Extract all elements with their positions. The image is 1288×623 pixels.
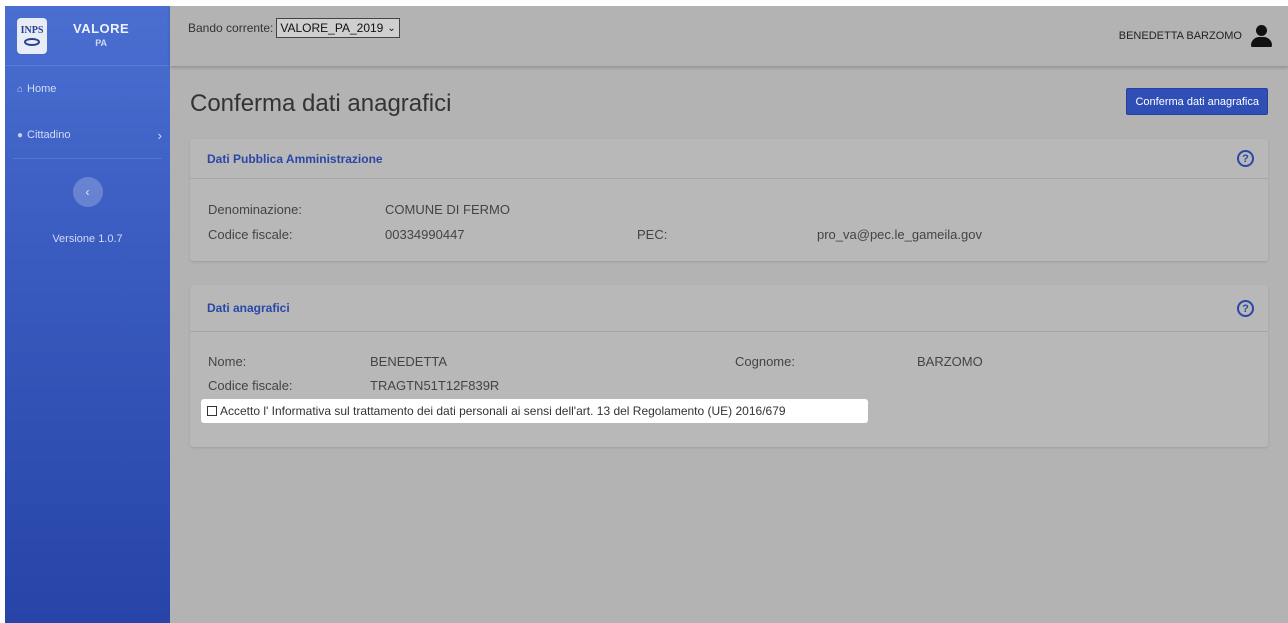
pa-codice-value: 00334990447 [385, 227, 465, 242]
pa-card: Dati Pubblica Amministrazione ? Denomina… [190, 139, 1268, 261]
chevron-right-icon: › [157, 127, 162, 143]
app-window: INPS VALORE PA ⌂ Home ● Cittadino › ‹ Ve… [5, 6, 1288, 623]
sidebar-divider [13, 158, 162, 159]
logo-text: INPS [20, 25, 44, 36]
nome-value: BENEDETTA [370, 354, 448, 369]
bando-selector: Bando corrente: VALORE_PA_2019 ⌄ [188, 18, 400, 38]
privacy-text: Accetto l' Informativa sul trattamento d… [220, 404, 786, 418]
bando-select[interactable]: VALORE_PA_2019 ⌄ [276, 18, 400, 38]
pa-codice-label: Codice fiscale: [208, 227, 293, 242]
user-name: BENEDETTA BARZOMO [1118, 30, 1242, 42]
denominazione-value: COMUNE DI FERMO [385, 202, 510, 217]
privacy-checkbox[interactable] [207, 406, 217, 416]
sidebar-collapse-button[interactable]: ‹ [72, 177, 103, 207]
brand-title: VALORE [73, 20, 130, 36]
brand[interactable]: INPS VALORE PA [5, 6, 170, 66]
privacy-consent[interactable]: Accetto l' Informativa sul trattamento d… [201, 399, 868, 423]
nome-label: Nome: [208, 354, 247, 369]
anagrafica-card-header: Dati anagrafici ? [190, 285, 1268, 332]
brand-subtitle: PA [95, 37, 108, 48]
pec-label: PEC: [637, 227, 668, 242]
anag-codice-label: Codice fiscale: [208, 378, 293, 393]
sidebar-item-label: Home [27, 83, 57, 95]
inps-logo: INPS [17, 17, 47, 54]
pa-card-title: Dati Pubblica Amministrazione [207, 151, 383, 166]
home-icon: ⌂ [17, 83, 24, 95]
pec-value: pro_va@pec.le_gameila.gov [817, 227, 982, 242]
cognome-label: Cognome: [735, 354, 795, 369]
sidebar-item-label: Cittadino [27, 129, 71, 141]
sidebar: INPS VALORE PA ⌂ Home ● Cittadino › ‹ Ve… [5, 6, 170, 623]
sidebar-item-cittadino[interactable]: ● Cittadino › [5, 112, 170, 158]
bando-label: Bando corrente: [188, 21, 274, 35]
version-label: Versione 1.0.7 [52, 233, 123, 245]
denominazione-label: Denominazione: [208, 202, 302, 217]
confirm-data-button[interactable]: Conferma dati anagrafica [1126, 88, 1268, 115]
chevron-left-icon: ‹ [85, 185, 90, 199]
help-icon[interactable]: ? [1237, 300, 1254, 317]
anag-codice-value: TRAGTN51T12F839R [370, 378, 500, 393]
anagrafica-card-title: Dati anagrafici [207, 301, 290, 315]
anagrafica-card: Dati anagrafici ? Nome: BENEDETTA Cognom… [190, 285, 1268, 447]
brand-text: VALORE PA [73, 21, 129, 51]
sidebar-item-home[interactable]: ⌂ Home [5, 66, 170, 112]
cognome-value: BARZOMO [917, 354, 983, 369]
logo-swirl-icon [24, 38, 40, 46]
chevron-down-icon: ⌄ [387, 22, 396, 34]
pa-card-header: Dati Pubblica Amministrazione ? [190, 139, 1268, 179]
avatar-icon [1250, 25, 1272, 47]
top-bar: Bando corrente: VALORE_PA_2019 ⌄ BENEDET… [170, 6, 1288, 66]
bando-select-value: VALORE_PA_2019 [280, 21, 384, 35]
user-menu[interactable]: BENEDETTA BARZOMO [1119, 25, 1272, 47]
page-title: Conferma dati anagrafici [190, 90, 452, 117]
help-icon[interactable]: ? [1237, 150, 1254, 167]
user-icon: ● [17, 129, 24, 141]
